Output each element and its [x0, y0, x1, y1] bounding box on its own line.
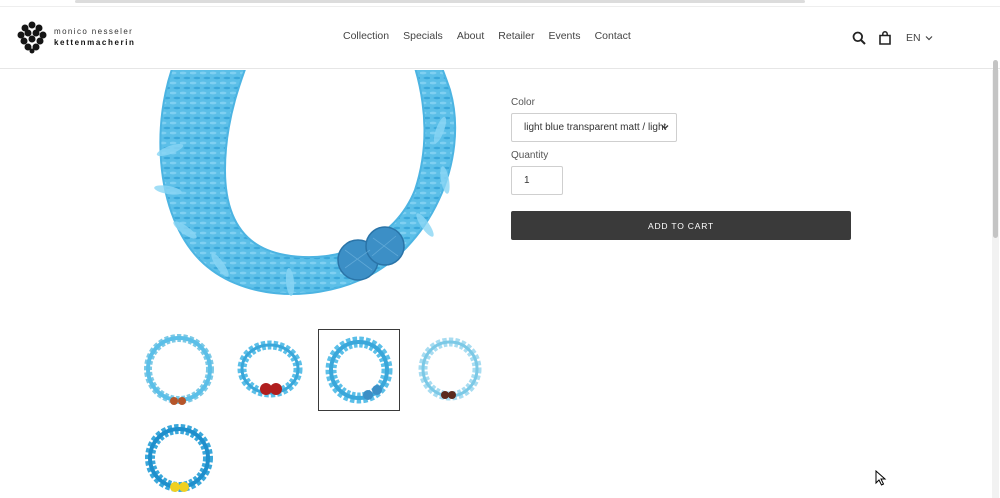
bracelet-thumbnail-2 — [237, 340, 303, 398]
thumbnail-1[interactable] — [138, 329, 220, 411]
bag-icon[interactable] — [876, 29, 894, 47]
product-main-image[interactable] — [140, 70, 480, 308]
scrollbar-thumb[interactable] — [993, 60, 998, 238]
bracelet-thumbnail-5 — [145, 424, 213, 492]
language-selector[interactable]: EN — [906, 32, 933, 44]
main-nav: Collection Specials About Retailer Event… — [343, 30, 645, 42]
header-actions: EN — [850, 29, 933, 47]
bracelet-thumbnail-1 — [144, 334, 214, 405]
address-bar — [75, 0, 805, 3]
nav-about[interactable]: About — [457, 30, 484, 42]
nav-contact[interactable]: Contact — [595, 30, 631, 42]
search-icon[interactable] — [850, 29, 868, 47]
color-select-value: light blue transparent matt / light — [524, 122, 667, 133]
quantity-label: Quantity — [511, 150, 549, 161]
color-select[interactable]: light blue transparent matt / light — [511, 113, 677, 142]
thumbnail-4[interactable] — [408, 329, 490, 411]
bracelet-thumbnail-3 — [325, 336, 393, 404]
language-label: EN — [906, 32, 921, 44]
logo-mark-icon — [17, 21, 47, 54]
color-label: Color — [511, 97, 535, 108]
nav-events[interactable]: Events — [548, 30, 580, 42]
add-to-cart-button[interactable]: ADD TO CART — [511, 211, 851, 240]
thumbnail-2[interactable] — [228, 329, 310, 411]
chevron-down-icon — [925, 36, 933, 41]
mouse-cursor-icon — [875, 470, 887, 486]
nav-retailer[interactable]: Retailer — [498, 30, 534, 42]
brand-tagline: kettenmacherin — [54, 38, 136, 47]
thumbnail-5[interactable] — [138, 416, 220, 498]
nav-collection[interactable]: Collection — [343, 30, 389, 42]
brand-name: monico nesseler — [54, 27, 134, 36]
site-header: monico nesseler kettenmacherin Collectio… — [0, 6, 1000, 69]
thumbnail-3-selected[interactable] — [318, 329, 400, 411]
chevron-down-icon — [661, 125, 669, 130]
nav-specials[interactable]: Specials — [403, 30, 443, 42]
quantity-value: 1 — [524, 175, 530, 186]
site-logo[interactable]: monico nesseler kettenmacherin — [16, 19, 136, 55]
quantity-input[interactable]: 1 — [511, 166, 563, 195]
bracelet-thumbnail-4 — [418, 337, 482, 401]
